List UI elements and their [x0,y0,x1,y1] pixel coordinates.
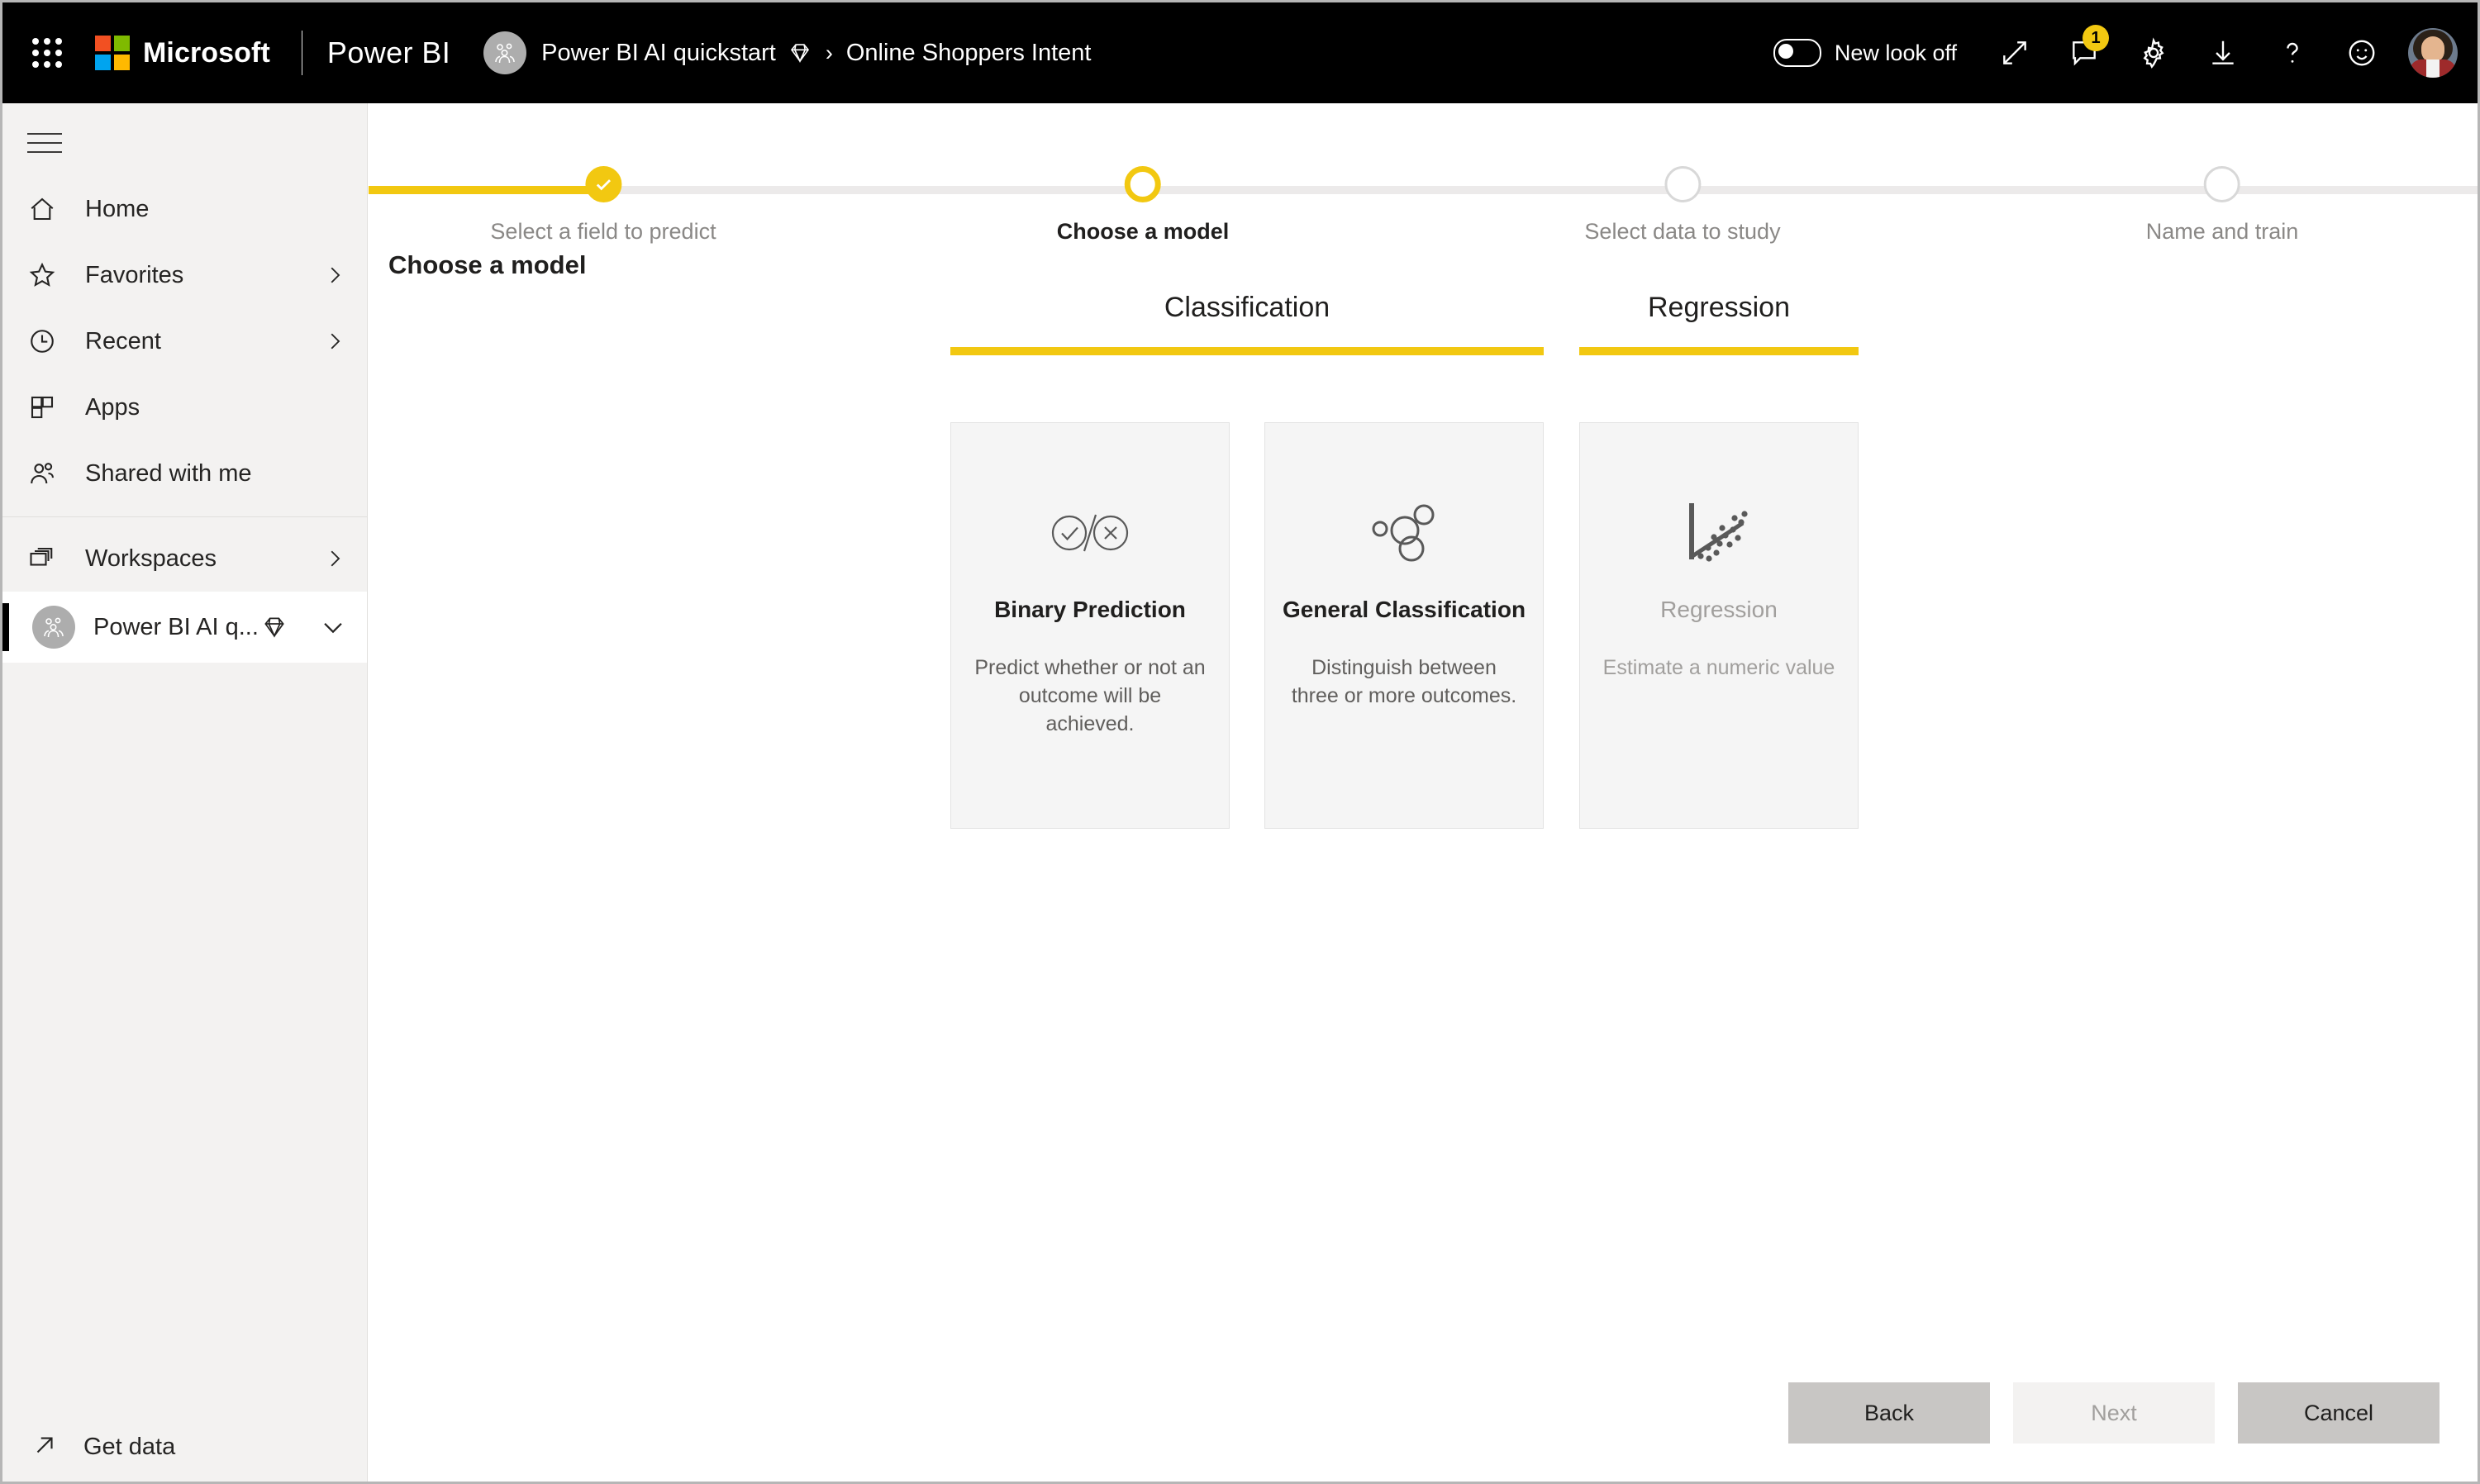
wizard-footer-buttons: Back Next Cancel [1788,1382,2440,1444]
card-title: General Classification [1282,597,1526,622]
avatar-collar [2426,59,2440,78]
workspace-name: Power BI AI q... [93,613,259,640]
card-title: Regression [1660,597,1778,622]
model-card-regression: Regression Estimate a numeric value [1579,422,1859,829]
wizard-step-1[interactable]: Select a field to predict [490,166,716,245]
get-data-icon [31,1431,59,1463]
wizard-step-2[interactable]: Choose a model [1056,166,1230,245]
step-label: Select data to study [1584,219,1781,244]
workspace-avatar-icon [32,606,75,649]
cluster-bubbles-icon [1369,471,1440,595]
chevron-right-icon[interactable] [322,329,347,354]
sidebar-item-label: Recent [85,327,161,354]
step-dot-pending [1664,166,1701,202]
sidebar-item-apps[interactable]: Apps [2,374,367,440]
top-navigation-bar: Microsoft Power BI Power BI AI quickstar… [2,2,2478,103]
sidebar-current-workspace[interactable]: Power BI AI q... [2,592,367,663]
model-card-general-classification[interactable]: General Classification Distinguish betwe… [1264,422,1544,829]
notifications-icon[interactable]: 1 [2054,23,2114,83]
premium-gem-icon [788,40,812,65]
hamburger-menu-icon[interactable] [27,125,77,161]
step-label: Choose a model [1056,219,1230,244]
apps-icon [27,392,65,422]
sidebar-item-shared-with-me[interactable]: Shared with me [2,440,367,507]
shared-people-icon [27,459,65,488]
toggle-switch[interactable] [1773,39,1821,67]
scatter-trend-icon [1683,471,1754,595]
avatar[interactable] [2408,28,2458,78]
sidebar-item-label: Favorites [85,261,184,288]
wizard-step-4[interactable]: Name and train [2145,166,2299,245]
sidebar-item-home[interactable]: Home [2,176,367,242]
microsoft-wordmark: Microsoft [143,36,270,69]
step-label: Select a field to predict [490,219,716,244]
expand-icon[interactable] [1985,23,2044,83]
sidebar-item-favorites[interactable]: Favorites [2,242,367,308]
page-title: Choose a model [388,250,587,279]
chevron-right-icon[interactable] [322,546,347,571]
gear-icon[interactable] [2124,23,2183,83]
model-group-classification: Classification [950,292,1544,355]
microsoft-squares-icon [95,36,130,70]
step-dot-completed [585,166,621,202]
model-card-binary-prediction[interactable]: Binary Prediction Predict whether or not… [950,422,1230,829]
sidebar-item-workspaces[interactable]: Workspaces [2,526,367,592]
card-description: Predict whether or not an outcome will b… [974,656,1206,735]
breadcrumb: Power BI AI quickstart › Online Shoppers… [483,31,1092,74]
next-button: Next [2013,1382,2215,1444]
notification-badge: 1 [2083,25,2109,51]
group-underline [1579,347,1859,355]
back-button[interactable]: Back [1788,1382,1990,1444]
card-description: Estimate a numeric value [1602,656,1835,679]
sidebar-item-recent[interactable]: Recent [2,308,367,374]
model-group-regression: Regression [1579,292,1859,355]
sidebar-item-label: Home [85,195,150,222]
binary-check-cross-icon [1049,471,1131,595]
breadcrumb-separator: › [825,40,833,65]
chevron-right-icon[interactable] [322,263,347,288]
download-icon[interactable] [2193,23,2253,83]
new-look-toggle[interactable]: New look off [1773,39,1957,67]
step-label: Name and train [2145,219,2299,244]
clock-icon [27,326,65,356]
sidebar-item-label: Shared with me [85,459,252,487]
home-icon [27,194,65,224]
smiley-icon[interactable] [2332,23,2392,83]
card-title: Binary Prediction [994,597,1186,622]
new-look-toggle-label: New look off [1834,40,1957,65]
model-group-headers: Classification Regression [369,292,2478,383]
sidebar-item-label: Apps [85,393,140,421]
sidebar-item-label: Workspaces [85,545,217,572]
main-content: Select a field to predict Choose a model… [369,103,2478,1482]
workspaces-icon [27,544,65,573]
top-bar-actions: New look off 1 [1773,23,2478,83]
chevron-down-icon[interactable] [319,613,347,641]
microsoft-logo[interactable]: Microsoft [95,36,270,70]
cancel-button[interactable]: Cancel [2238,1382,2440,1444]
get-data-label: Get data [83,1433,176,1460]
group-title: Regression [1648,292,1790,323]
app-launcher-icon[interactable] [21,26,74,79]
sidebar-divider [2,516,367,517]
breadcrumb-current-item[interactable]: Online Shoppers Intent [846,40,1092,67]
wizard-step-3[interactable]: Select data to study [1584,166,1781,245]
star-icon [27,260,65,290]
wizard-stepper: Select a field to predict Choose a model… [369,166,2478,244]
workspace-avatar-icon [483,31,527,74]
group-underline [950,347,1544,355]
group-title: Classification [1164,292,1330,323]
get-data-button[interactable]: Get data [2,1412,367,1482]
step-dot-pending [2203,166,2240,202]
powerbi-app-window: Microsoft Power BI Power BI AI quickstar… [0,0,2480,1484]
step-dot-current [1124,166,1161,202]
breadcrumb-workspace[interactable]: Power BI AI quickstart [541,40,776,67]
left-navigation-sidebar: Home Favorites Recent Apps Shared with m… [2,103,368,1482]
premium-gem-icon [261,614,288,640]
product-name[interactable]: Power BI [327,36,450,70]
help-icon[interactable] [2263,23,2322,83]
card-description: Distinguish between three or more outcom… [1291,656,1517,707]
